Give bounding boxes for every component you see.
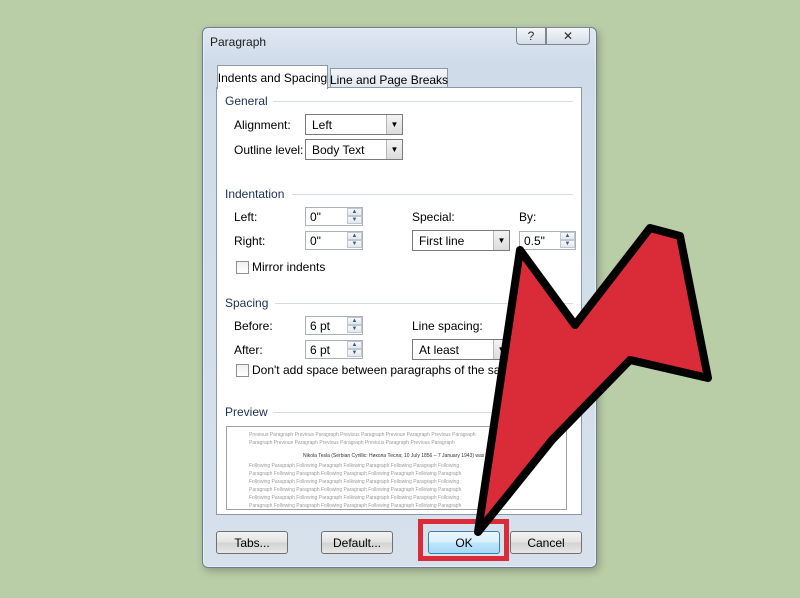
pointer-arrow-icon: [474, 224, 712, 536]
arrow-shape: [474, 224, 712, 536]
